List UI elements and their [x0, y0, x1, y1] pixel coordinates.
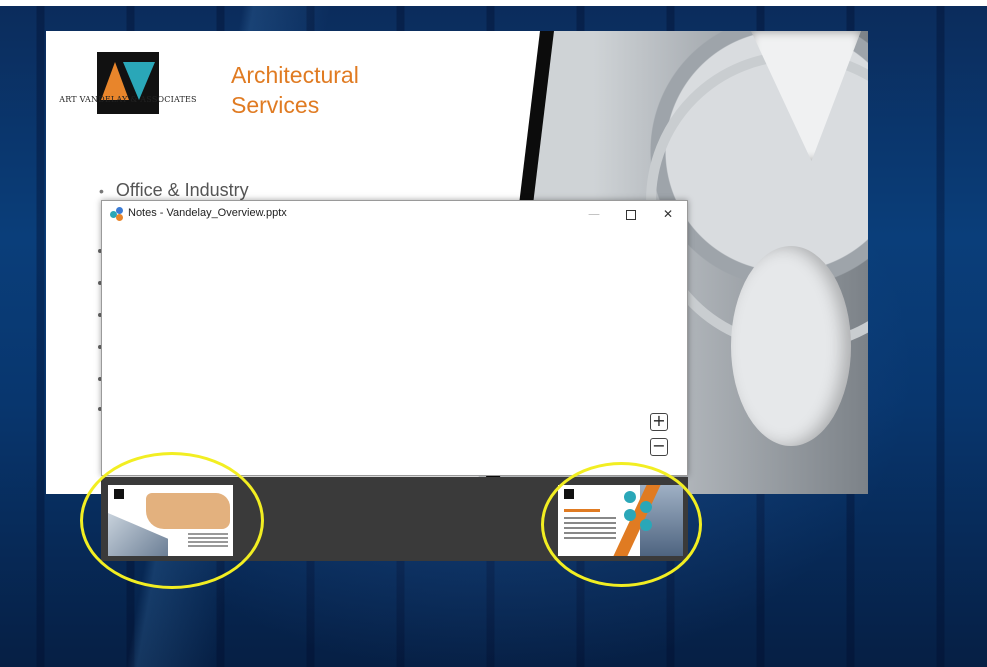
slide-title: Architectural Services [231, 60, 451, 120]
slide-title-line-2: Services [231, 92, 320, 118]
maximize-button[interactable] [613, 204, 649, 224]
yellow-highlight-ring-left [80, 452, 264, 589]
company-logo [97, 52, 159, 114]
maximize-icon [626, 209, 636, 220]
notes-text-area[interactable] [102, 227, 687, 475]
window-title: Notes - Vandelay_Overview.pptx [128, 207, 287, 219]
notes-titlebar[interactable]: Notes - Vandelay_Overview.pptx — ✕ [102, 201, 687, 227]
notes-app-icon [110, 207, 124, 221]
close-button[interactable]: ✕ [650, 204, 686, 224]
zoom-in-button[interactable]: + [650, 413, 668, 431]
company-logo-text: ART VANDELAY & ASSOCIATES [59, 95, 197, 104]
slide-title-line-1: Architectural [231, 62, 359, 88]
minimize-button[interactable]: — [576, 204, 612, 224]
bullet-text: Office & Industry [115, 180, 249, 200]
notes-window[interactable]: Notes - Vandelay_Overview.pptx — ✕ + − [101, 200, 688, 476]
yellow-highlight-ring-right [541, 462, 702, 587]
building-disc [731, 246, 851, 446]
bullet-marker: • [99, 183, 104, 199]
zoom-out-button[interactable]: − [650, 438, 668, 456]
bullet-item: • Office & Industry [99, 180, 249, 201]
